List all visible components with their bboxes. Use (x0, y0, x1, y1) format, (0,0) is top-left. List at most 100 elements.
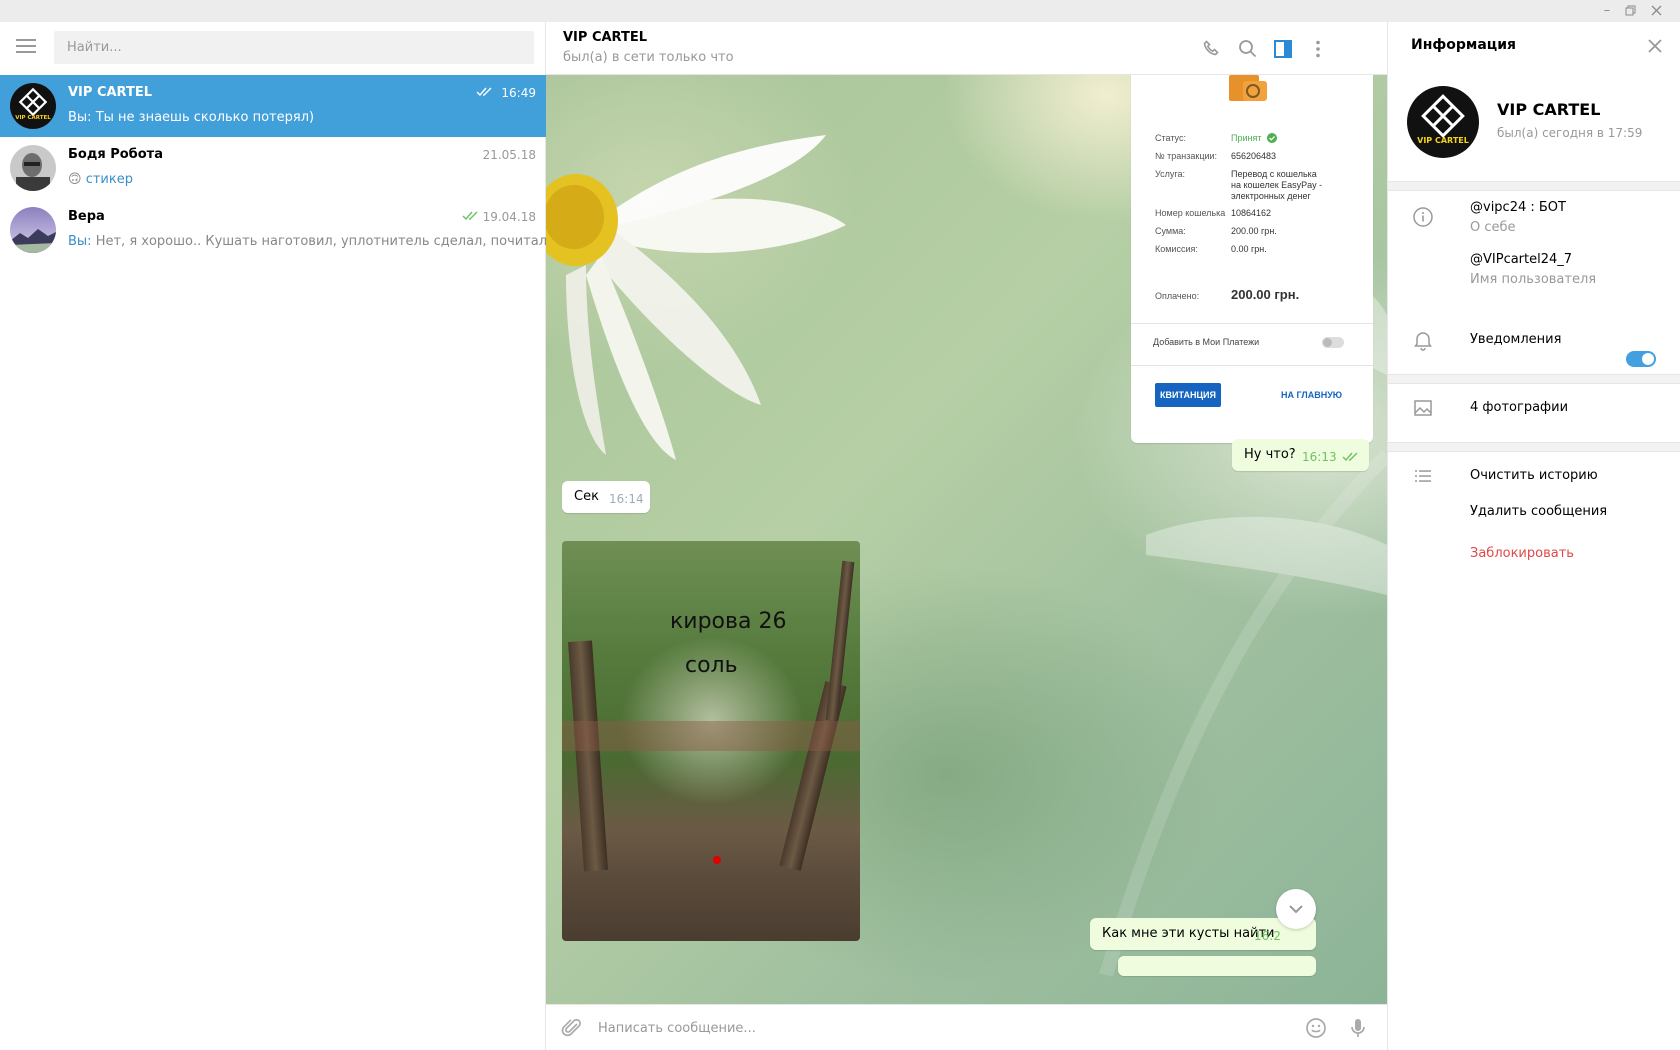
info-panel-toggle-icon[interactable] (1271, 37, 1295, 61)
search-input[interactable] (54, 31, 534, 64)
dialog-name: Вера (68, 209, 105, 224)
receipt-service-label: Услуга: (1155, 169, 1185, 179)
chat-title[interactable]: VIP CARTEL (563, 30, 647, 45)
info-icon (1413, 207, 1433, 227)
receipt-add-label: Добавить в Мои Платежи (1153, 337, 1260, 347)
restore-icon[interactable] (1620, 2, 1642, 20)
check-circle-icon (1267, 133, 1277, 143)
hamburger-menu-icon[interactable] (16, 39, 36, 55)
message-text: Ну что? (1244, 447, 1296, 462)
photo-icon (1414, 400, 1432, 416)
dialogs-sidebar: VIP CARTEL VIP CARTEL 16:49 Вы: Ты не зн… (0, 22, 547, 1050)
list-icon (1415, 470, 1431, 482)
wallet-icon (1229, 75, 1267, 101)
more-options-icon[interactable] (1306, 37, 1330, 61)
receipt-status-value: Принят (1231, 133, 1262, 143)
dialog-item-vip-cartel[interactable]: VIP CARTEL VIP CARTEL 16:49 Вы: Ты не зн… (0, 75, 546, 137)
info-panel-title: Информация (1411, 37, 1516, 53)
photo-message[interactable]: кирова 26 соль (562, 541, 860, 941)
microphone-icon[interactable] (1346, 1016, 1370, 1040)
receipt-sum-label: Сумма: (1155, 226, 1186, 236)
username-text[interactable]: @VIPcartel24_7 (1470, 252, 1572, 267)
emoji-icon: 🙃 (68, 172, 82, 187)
receipt-wallet-label: Номер кошелька (1155, 208, 1226, 218)
shared-photos-link[interactable]: 4 фотографии (1470, 400, 1568, 415)
section-divider (1388, 374, 1680, 384)
bio-text: @vipc24 : БОТ (1470, 200, 1566, 215)
receipt-status-label: Статус: (1155, 133, 1186, 143)
info-panel: Информация VIP CARTEL VIP CARTEL был(а) … (1387, 22, 1680, 1050)
preview-text: Ты не знаешь сколько потерял) (95, 110, 315, 125)
notifications-label: Уведомления (1470, 332, 1562, 347)
photo-caption-item: соль (685, 653, 738, 678)
section-divider (1388, 442, 1680, 452)
dialog-preview: Вы: Нет, я хорошо.. Кушать наготовил, уп… (68, 234, 547, 249)
receipt-fee-label: Комиссия: (1155, 244, 1198, 254)
message-composer (546, 1004, 1387, 1050)
window-close-icon[interactable] (1645, 2, 1667, 20)
chat-status: был(а) в сети только что (563, 50, 734, 65)
receipt-service-line-2: на кошелек EasyPay - (1231, 180, 1323, 190)
phone-icon[interactable] (1200, 37, 1224, 61)
receipt-txn-label: № транзакции: (1155, 151, 1218, 161)
search-icon[interactable] (1236, 37, 1260, 61)
dialog-name: Бодя Робота (68, 147, 163, 162)
chat-header: VIP CARTEL был(а) в сети только что (546, 22, 1387, 75)
clear-history-button[interactable]: Очистить историю (1470, 468, 1598, 483)
double-check-icon (476, 87, 492, 97)
close-icon[interactable] (1646, 37, 1664, 55)
profile-name: VIP CARTEL (1497, 100, 1601, 119)
message-time: 16:13 (1302, 450, 1337, 464)
message-bubble-outgoing[interactable]: Ну что? 16:13 (1232, 439, 1369, 471)
dialog-time: 19.04.18 (482, 210, 536, 224)
double-check-icon (1342, 452, 1358, 462)
receipt-service-line-3: электронных денег (1231, 191, 1311, 201)
message-bubble-incoming[interactable]: Сек 16:14 (562, 481, 650, 513)
svg-text:VIP CARTEL: VIP CARTEL (15, 115, 51, 121)
preview-text: стикер (85, 172, 133, 187)
chat-background: Статус: Принят № транзакции: 656206483 У… (546, 75, 1387, 1004)
message-input[interactable] (598, 1015, 1238, 1041)
bell-icon (1414, 332, 1432, 351)
minimize-icon[interactable]: – (1596, 2, 1618, 20)
photo-content (568, 640, 608, 872)
dialog-preview: 🙃 стикер (68, 172, 133, 187)
photo-content (825, 560, 855, 722)
home-link[interactable]: НА ГЛАВНУЮ (1281, 390, 1342, 400)
dialog-item-bodya[interactable]: Бодя Робота 21.05.18 🙃 стикер (0, 137, 546, 199)
receipt-divider (1131, 365, 1373, 366)
message-time: 16:14 (609, 492, 644, 506)
window-titlebar: – (0, 0, 1680, 22)
receipt-screenshot-message[interactable]: Статус: Принят № транзакции: 656206483 У… (1131, 75, 1373, 443)
receipt-button[interactable]: КВИТАНЦИЯ (1155, 383, 1221, 407)
block-user-button[interactable]: Заблокировать (1470, 546, 1574, 561)
avatar (10, 145, 56, 191)
delete-messages-button[interactable]: Удалить сообщения (1470, 504, 1607, 519)
message-time: 16:2 (1254, 929, 1281, 943)
chat-area: VIP CARTEL был(а) в сети только что Стат… (546, 22, 1387, 1050)
receipt-divider (1131, 323, 1373, 324)
notifications-toggle[interactable] (1626, 351, 1656, 367)
dialog-time: 16:49 (501, 86, 536, 100)
receipt-service-line-1: Перевод с кошелька (1231, 169, 1317, 179)
scroll-to-bottom-button[interactable] (1276, 889, 1316, 929)
avatar (10, 207, 56, 253)
attach-icon[interactable] (560, 1016, 584, 1040)
emoji-icon[interactable] (1304, 1016, 1328, 1040)
dialog-item-vera[interactable]: Вера 19.04.18 Вы: Нет, я хорошо.. Кушать… (0, 199, 547, 261)
profile-status: был(а) сегодня в 17:59 (1497, 126, 1643, 140)
receipt-sum-value: 200.00 грн. (1231, 226, 1277, 236)
photo-caption-address: кирова 26 (670, 609, 787, 634)
double-check-icon (462, 211, 478, 221)
avatar: VIP CARTEL (10, 83, 56, 129)
you-prefix: Вы: (68, 110, 92, 125)
add-payments-toggle[interactable] (1322, 337, 1344, 348)
message-bubble-outgoing[interactable] (1118, 956, 1316, 976)
location-marker-dot (713, 856, 721, 864)
receipt-paid-value: 200.00 грн. (1231, 287, 1300, 302)
profile-avatar[interactable]: VIP CARTEL (1407, 86, 1479, 158)
receipt-wallet-value: 10864162 (1231, 208, 1272, 218)
username-label: Имя пользователя (1470, 272, 1597, 287)
chevron-down-icon (1289, 905, 1303, 914)
receipt-fee-value: 0.00 грн. (1231, 244, 1267, 254)
